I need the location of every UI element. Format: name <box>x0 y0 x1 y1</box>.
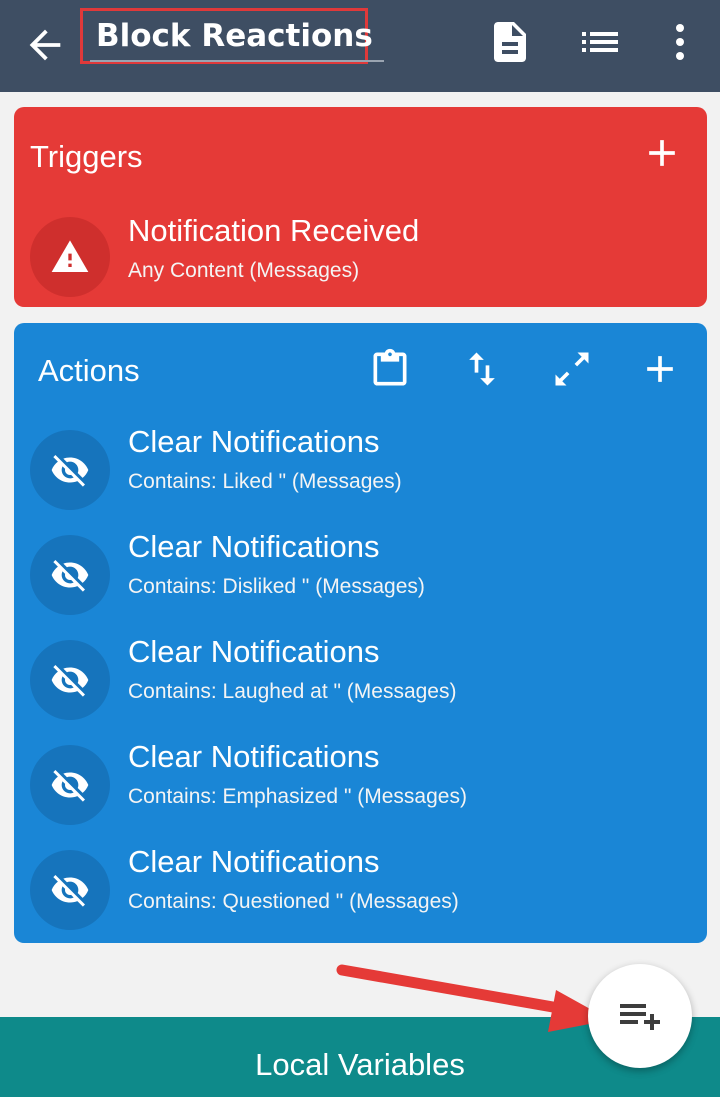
eye-off-icon <box>51 560 89 592</box>
eye-off-icon <box>51 770 89 802</box>
eye-off-icon <box>51 455 89 487</box>
expand-icon[interactable] <box>550 347 594 391</box>
action-subtitle: Contains: Laughed at " (Messages) <box>128 680 457 703</box>
macro-title[interactable]: Block Reactions <box>96 18 373 54</box>
action-avatar <box>30 430 110 510</box>
action-item[interactable]: Clear Notifications Contains: Questioned… <box>14 838 707 938</box>
trigger-subtitle: Any Content (Messages) <box>128 259 360 282</box>
triggers-card: Triggers Notification Received Any Conte… <box>14 107 707 307</box>
action-item[interactable]: Clear Notifications Contains: Laughed at… <box>14 628 707 728</box>
title-underline <box>90 60 384 62</box>
add-trigger-icon[interactable] <box>640 131 684 175</box>
eye-off-icon <box>51 875 89 907</box>
action-title: Clear Notifications <box>128 529 380 564</box>
action-avatar <box>30 535 110 615</box>
playlist-add-icon <box>620 1004 660 1030</box>
action-title: Clear Notifications <box>128 634 380 669</box>
list-icon[interactable] <box>576 18 624 66</box>
more-vert-icon[interactable] <box>656 18 704 66</box>
action-subtitle: Contains: Questioned " (Messages) <box>128 890 459 913</box>
action-avatar <box>30 640 110 720</box>
action-item[interactable]: Clear Notifications Contains: Liked " (M… <box>14 418 707 518</box>
eye-off-icon <box>51 665 89 697</box>
trigger-avatar <box>30 217 110 297</box>
action-avatar <box>30 850 110 930</box>
document-icon[interactable] <box>486 18 534 66</box>
back-arrow-icon[interactable] <box>22 22 68 68</box>
add-variable-fab[interactable] <box>588 964 692 1068</box>
action-title: Clear Notifications <box>128 424 380 459</box>
annotation-arrow <box>336 964 610 1032</box>
trigger-item[interactable]: Notification Received Any Content (Messa… <box>14 205 707 305</box>
action-avatar <box>30 745 110 825</box>
action-item[interactable]: Clear Notifications Contains: Disliked "… <box>14 523 707 623</box>
action-subtitle: Contains: Liked " (Messages) <box>128 470 402 493</box>
action-title: Clear Notifications <box>128 739 380 774</box>
reorder-icon[interactable] <box>460 347 504 391</box>
action-title: Clear Notifications <box>128 844 380 879</box>
warning-icon <box>51 240 89 272</box>
action-subtitle: Contains: Emphasized " (Messages) <box>128 785 467 808</box>
app-bar: Block Reactions <box>0 0 720 92</box>
action-item[interactable]: Clear Notifications Contains: Emphasized… <box>14 733 707 833</box>
triggers-header: Triggers <box>30 139 143 174</box>
action-subtitle: Contains: Disliked " (Messages) <box>128 575 425 598</box>
trigger-title: Notification Received <box>128 213 420 248</box>
actions-card: Actions Clear Notifications Contains: Li… <box>14 323 707 943</box>
clipboard-icon[interactable] <box>368 347 412 391</box>
add-action-icon[interactable] <box>638 347 682 391</box>
actions-header: Actions <box>38 353 140 388</box>
